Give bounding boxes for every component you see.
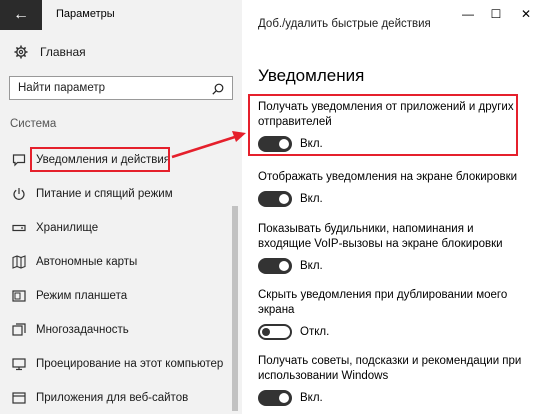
sidebar-item-power[interactable]: Питание и спящий режим <box>0 177 230 211</box>
toggle-state-label: Вкл. <box>300 392 323 404</box>
sidebar-item-offline-maps[interactable]: Автономные карты <box>0 245 230 279</box>
maximize-button[interactable]: ☐ <box>488 6 504 22</box>
annotation-highlight-box <box>248 94 518 156</box>
toggle-switch[interactable] <box>258 390 292 406</box>
sidebar-item-label: Хранилище <box>36 222 99 234</box>
tablet-icon <box>12 289 26 303</box>
quick-actions-link[interactable]: Доб./удалить быстрые действия <box>258 18 431 30</box>
toggle-row: Вкл. <box>258 191 528 207</box>
sidebar-item-tablet-mode[interactable]: Режим планшета <box>0 279 230 313</box>
projection-icon <box>12 357 26 371</box>
sidebar-item-label: Приложения для веб-сайтов <box>36 392 189 404</box>
search-input[interactable] <box>10 82 200 94</box>
setting-description: Показывать будильники, напоминания и вхо… <box>258 223 503 250</box>
close-button[interactable]: ✕ <box>518 6 534 22</box>
section-title-notifications: Уведомления <box>258 66 365 85</box>
setting-tips: Получать советы, подсказки и рекомендаци… <box>258 354 528 406</box>
sidebar: ← Параметры Главная Система Уведомления … <box>0 0 242 414</box>
sidebar-item-label: Главная <box>40 45 86 59</box>
toggle-switch[interactable] <box>258 191 292 207</box>
sidebar-item-label: Многозадачность <box>36 324 129 336</box>
map-icon <box>12 255 26 269</box>
sidebar-item-label: Режим планшета <box>36 290 128 302</box>
minimize-icon: — <box>462 7 474 21</box>
maximize-icon: ☐ <box>490 7 502 21</box>
window-title: Параметры <box>56 8 115 20</box>
notification-icon <box>12 153 26 167</box>
sidebar-item-home[interactable]: Главная <box>0 40 242 64</box>
toggle-state-label: Вкл. <box>300 193 323 205</box>
sidebar-nav: Уведомления и действия Питание и спящий … <box>0 143 230 414</box>
back-arrow-icon: ← <box>13 6 29 23</box>
setting-description: Скрыть уведомления при дублировании моег… <box>258 289 508 316</box>
multitask-icon <box>12 323 26 337</box>
setting-hide-when-duplicating: Скрыть уведомления при дублировании моег… <box>258 288 528 340</box>
close-icon: ✕ <box>520 7 532 21</box>
search-box[interactable] <box>9 76 233 100</box>
title-bar: ← Параметры <box>0 0 242 30</box>
gear-icon <box>14 45 28 59</box>
minimize-button[interactable]: — <box>460 6 476 22</box>
toggle-row: Вкл. <box>258 258 528 274</box>
sidebar-item-label: Автономные карты <box>36 256 138 268</box>
sidebar-item-label: Проецирование на этот компьютер <box>36 358 224 370</box>
sidebar-item-multitasking[interactable]: Многозадачность <box>0 313 230 347</box>
toggle-switch[interactable] <box>258 258 292 274</box>
sidebar-item-label: Питание и спящий режим <box>36 188 173 200</box>
selection-highlight-box <box>30 147 170 172</box>
sidebar-scrollbar[interactable] <box>232 206 238 411</box>
setting-description: Отображать уведомления на экране блокиро… <box>258 171 518 183</box>
setting-description: Получать советы, подсказки и рекомендаци… <box>258 355 522 382</box>
search-icon[interactable] <box>212 82 224 95</box>
back-button[interactable]: ← <box>0 0 42 30</box>
web-apps-icon <box>12 391 26 405</box>
toggle-state-label: Вкл. <box>300 260 323 272</box>
setting-alarms-voip: Показывать будильники, напоминания и вхо… <box>258 222 528 274</box>
sidebar-item-web-apps[interactable]: Приложения для веб-сайтов <box>0 381 230 414</box>
settings-window: ← Параметры Главная Система Уведомления … <box>0 0 540 414</box>
power-icon <box>12 187 26 201</box>
sidebar-item-storage[interactable]: Хранилище <box>0 211 230 245</box>
setting-lock-screen-notifications: Отображать уведомления на экране блокиро… <box>258 170 528 207</box>
storage-icon <box>12 221 26 235</box>
toggle-row: Откл. <box>258 324 528 340</box>
toggle-row: Вкл. <box>258 390 528 406</box>
toggle-state-label: Откл. <box>300 326 330 338</box>
sidebar-item-notifications[interactable]: Уведомления и действия <box>0 143 230 177</box>
toggle-switch[interactable] <box>258 324 292 340</box>
section-label-system: Система <box>10 118 57 130</box>
sidebar-item-projection[interactable]: Проецирование на этот компьютер <box>0 347 230 381</box>
